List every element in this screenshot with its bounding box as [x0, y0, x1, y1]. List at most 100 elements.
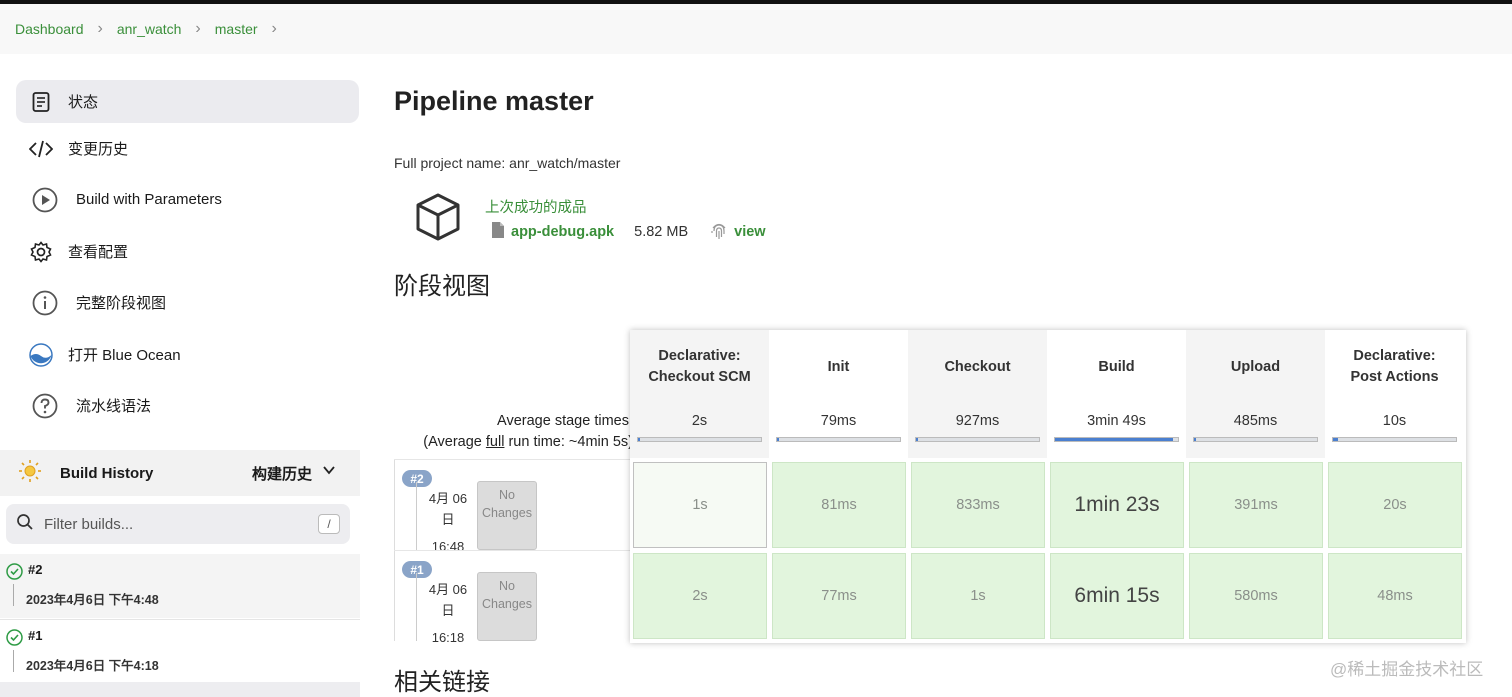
sidebar-item-build-with-parameters[interactable]: Build with Parameters — [16, 178, 359, 221]
breadcrumb-master[interactable]: master — [215, 21, 258, 37]
run-date: 4月 06 日 16:48 — [424, 488, 472, 557]
stage-header: Checkout — [908, 330, 1047, 404]
avg-run-prefix: (Average — [423, 434, 486, 450]
page-title: Pipeline master — [394, 86, 594, 116]
sidebar: 状态 变更历史 Build with Parameters 查看配置 完整阶段视… — [0, 54, 370, 697]
gear-icon — [28, 239, 54, 265]
row-border — [394, 551, 395, 641]
no-changes-box[interactable]: No Changes — [477, 572, 537, 641]
artifact-size: 5.82 MB — [634, 224, 689, 240]
no-changes-box[interactable]: No Changes — [477, 481, 537, 550]
stage-run-cell[interactable]: 6min 15s — [1050, 553, 1184, 639]
stage-average-value: 2s — [691, 413, 708, 429]
stage-run-cell[interactable]: 1s — [633, 462, 767, 548]
run-row-1[interactable]: #1 4月 06 日 16:18 No Changes — [394, 550, 644, 645]
sidebar-item-view-config[interactable]: 查看配置 — [16, 230, 359, 273]
stage-header: Build — [1047, 330, 1186, 404]
chevron-right-icon[interactable]: › — [272, 20, 277, 38]
chevron-right-icon: › — [195, 20, 201, 37]
stage-average-bar-fill — [916, 438, 919, 441]
stage-run-cell[interactable]: 20s — [1328, 462, 1462, 548]
stage-average-bar-fill — [1055, 438, 1174, 441]
full-project-name: Full project name: anr_watch/master — [394, 155, 621, 171]
build-date[interactable]: 2023年4月6日 下午4:18 — [26, 655, 159, 674]
build-history-header[interactable]: Build History 构建历史 — [0, 450, 360, 496]
info-icon — [32, 290, 58, 316]
stage-run-cell[interactable]: 580ms — [1189, 553, 1323, 639]
search-icon — [16, 513, 34, 535]
stage-view-title: 阶段视图 — [394, 273, 490, 300]
document-icon — [28, 89, 54, 115]
code-icon — [28, 136, 54, 162]
stage-name-line2: Checkout SCM — [648, 369, 751, 385]
sidebar-item-label: 变更历史 — [68, 141, 129, 158]
stage-average-time: 485ms — [1186, 404, 1325, 458]
run-date: 4月 06 日 16:18 — [424, 579, 472, 648]
build-date[interactable]: 2023年4月6日 下午4:48 — [26, 589, 159, 608]
chevron-right-icon: › — [97, 20, 103, 37]
stage-header: Upload — [1186, 330, 1325, 404]
filter-builds-input[interactable]: Filter builds... / — [6, 504, 350, 544]
stage-average-bar — [776, 437, 901, 442]
average-run-time-label: (Average full run time: ~4min 5s) — [0, 434, 633, 450]
stage-run-cell[interactable]: 1min 23s — [1050, 462, 1184, 548]
stage-run-cell[interactable]: 833ms — [911, 462, 1045, 548]
no-changes-line2: Changes — [481, 597, 533, 611]
sidebar-item-status[interactable]: 状态 — [16, 80, 359, 123]
run-time: 16:18 — [431, 630, 465, 645]
stage-header: Declarative: Checkout SCM — [630, 330, 769, 404]
breadcrumb-dashboard[interactable]: Dashboard — [15, 21, 84, 37]
stage-view-table: Declarative: Checkout SCM 2s 1s 2s Init 79ms 81… — [630, 330, 1466, 643]
breadcrumb: Dashboard › anr_watch › master › — [0, 4, 1512, 54]
stage-average-bar — [637, 437, 762, 442]
sidebar-item-label: 查看配置 — [68, 244, 129, 261]
breadcrumb-anr-watch[interactable]: anr_watch — [117, 21, 182, 37]
stage-header: Declarative: Post Actions — [1325, 330, 1464, 404]
build-history-row[interactable]: #2 2023年4月6日 下午4:48 — [0, 554, 360, 618]
filter-placeholder: Filter builds... — [44, 515, 134, 533]
build-history-row[interactable]: #1 2023年4月6日 下午4:18 — [0, 619, 360, 683]
stage-average-bar-fill — [777, 438, 780, 441]
stage-header: Init — [769, 330, 908, 404]
fingerprint-view-link[interactable]: view — [734, 224, 765, 240]
no-changes-line1: No — [499, 579, 515, 593]
sidebar-item-blue-ocean[interactable]: 打开 Blue Ocean — [16, 333, 359, 376]
sidebar-item-full-stage-view[interactable]: 完整阶段视图 — [16, 281, 359, 324]
stage-average-value: 10s — [1382, 413, 1407, 429]
average-stage-times-label: Average stage times: — [497, 413, 633, 429]
related-links-title: 相关链接 — [394, 669, 490, 696]
run-badge[interactable]: #1 — [402, 561, 432, 578]
row-border — [394, 460, 395, 550]
stage-run-cell[interactable]: 391ms — [1189, 462, 1323, 548]
artifact-file-link[interactable]: app-debug.apk — [511, 224, 614, 240]
stage-average-time: 79ms — [769, 404, 908, 458]
stage-name-line1: Upload — [1230, 358, 1281, 375]
last-successful-artifacts-title[interactable]: 上次成功的成品 — [485, 196, 587, 217]
full-run-link[interactable]: full — [486, 434, 505, 450]
stage-run-cell[interactable]: 48ms — [1328, 553, 1462, 639]
stage-run-cell[interactable]: 81ms — [772, 462, 906, 548]
sidebar-item-label: Build with Parameters — [76, 191, 222, 208]
blue-ocean-icon — [28, 342, 54, 368]
run-date-line2: 日 — [441, 512, 455, 527]
chevron-down-icon[interactable] — [322, 463, 336, 481]
stage-run-cell[interactable]: 1s — [911, 553, 1045, 639]
sidebar-item-label: 打开 Blue Ocean — [68, 347, 181, 364]
success-check-icon — [6, 563, 23, 583]
stage-average-bar — [1054, 437, 1179, 442]
stage-run-cell[interactable]: 2s — [633, 553, 767, 639]
run-date-line1: 4月 06 — [428, 491, 468, 506]
run-row-2[interactable]: #2 4月 06 日 16:48 No Changes — [394, 459, 644, 554]
build-history-title: Build History — [60, 464, 154, 482]
stage-run-cell[interactable]: 77ms — [772, 553, 906, 639]
sidebar-item-changes[interactable]: 变更历史 — [16, 127, 359, 170]
build-number[interactable]: #1 — [28, 628, 42, 643]
run-date-line2: 日 — [441, 603, 455, 618]
run-badge[interactable]: #2 — [402, 470, 432, 487]
stage-average-time: 10s — [1325, 404, 1464, 458]
stage-name-line2: Post Actions — [1350, 369, 1439, 385]
watermark: @稀土掘金技术社区 — [1330, 660, 1484, 679]
build-number[interactable]: #2 — [28, 562, 42, 577]
play-icon — [32, 187, 58, 213]
no-changes-line1: No — [499, 488, 515, 502]
